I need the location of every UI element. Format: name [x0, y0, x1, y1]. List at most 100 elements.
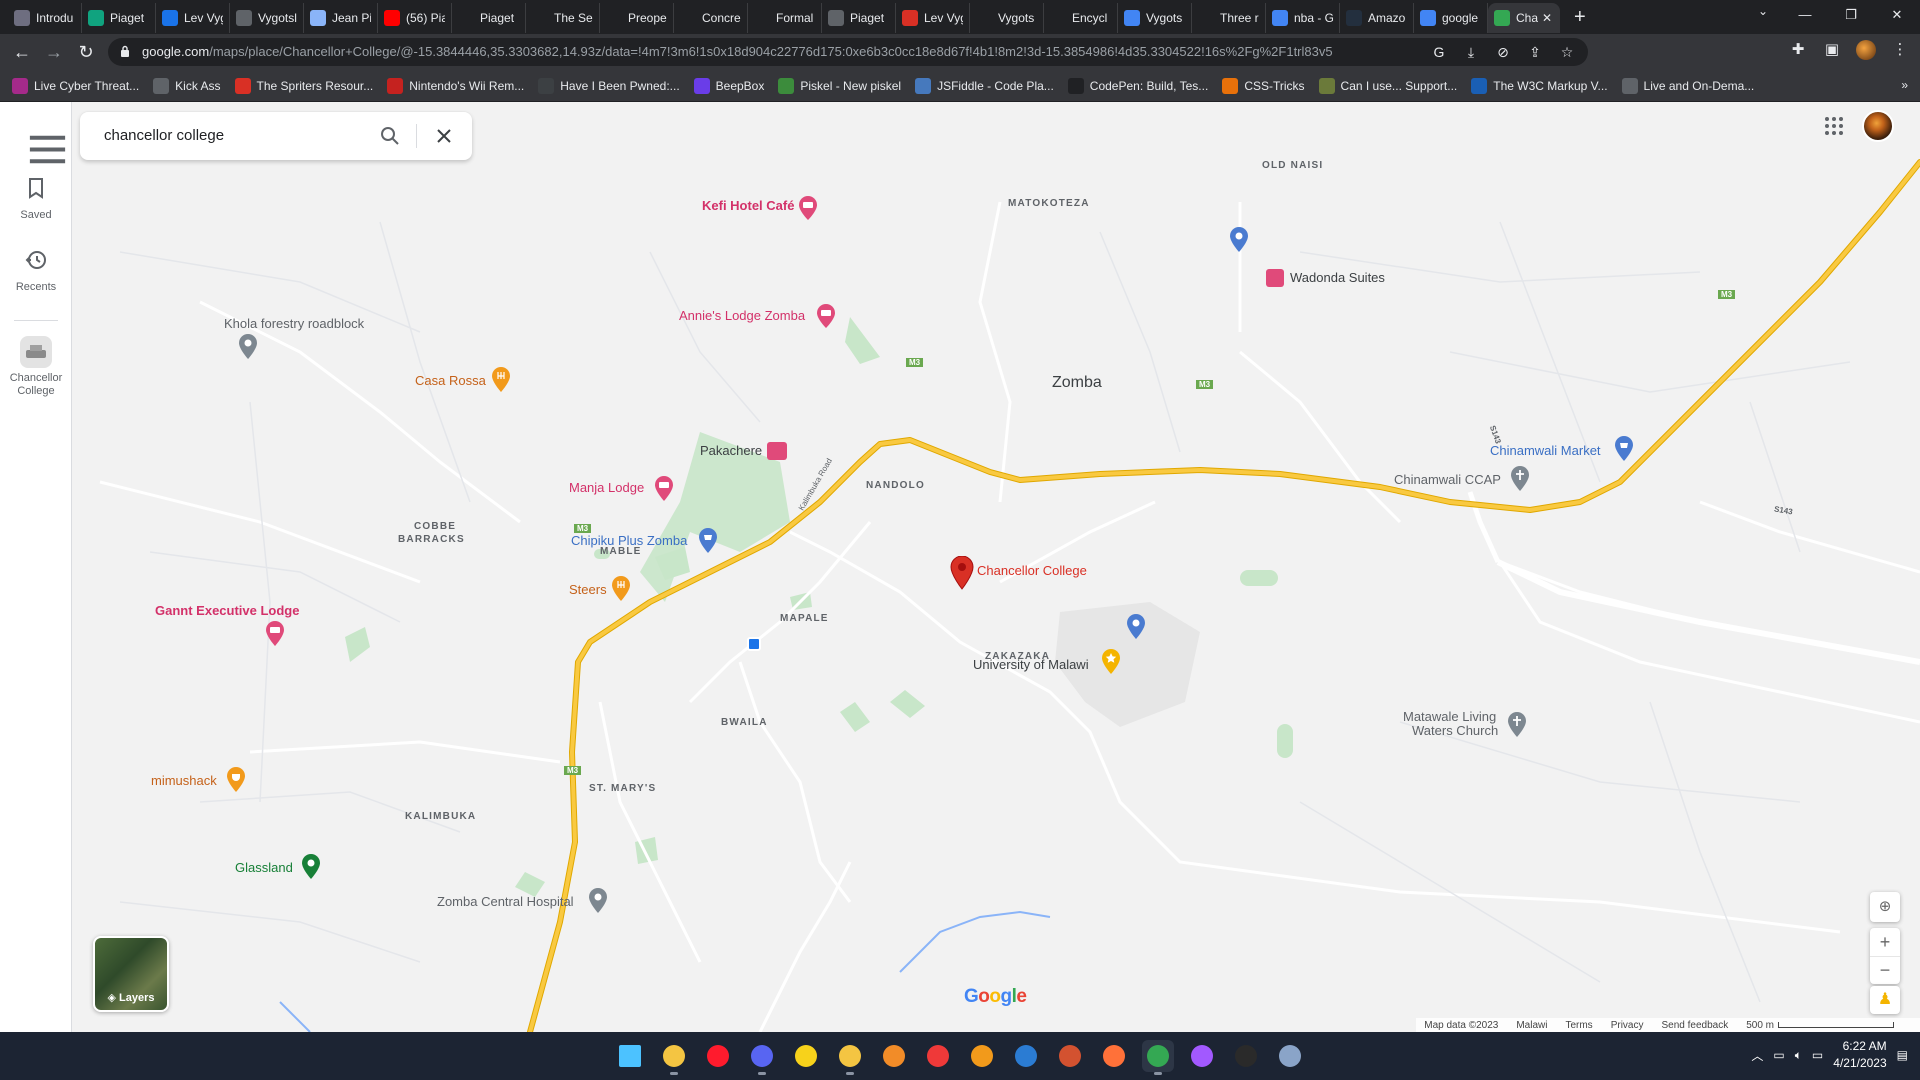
hotel-pin-icon[interactable] — [654, 476, 674, 502]
vivaldi-icon[interactable] — [922, 1040, 954, 1072]
folder-icon[interactable] — [834, 1040, 866, 1075]
browser-tab[interactable]: nba - G — [1266, 3, 1340, 33]
place-label[interactable]: Chinamwali Market — [1490, 443, 1601, 458]
layers-button[interactable]: ◈ Layers — [93, 936, 169, 1012]
close-icon[interactable] — [432, 124, 456, 148]
church-pin-icon[interactable] — [1510, 466, 1530, 492]
shopping-pin-icon[interactable] — [1126, 614, 1146, 640]
browser-tab[interactable]: Jean Pi — [304, 3, 378, 33]
restaurant-pin-icon[interactable] — [226, 767, 246, 793]
shopping-pin-icon[interactable] — [698, 528, 718, 554]
browser-tab[interactable]: Lev Vyg — [896, 3, 970, 33]
church-pin-icon[interactable] — [1507, 712, 1527, 738]
place-label[interactable]: Casa Rossa — [415, 373, 486, 388]
browser-tab[interactable]: (56) Pia — [378, 3, 452, 33]
shopping-pin-icon[interactable] — [1229, 227, 1249, 253]
selected-place-pin-icon[interactable] — [950, 556, 974, 590]
hotel-pin-icon[interactable] — [798, 196, 818, 220]
browser-tab-active[interactable]: Cha ✕ — [1488, 3, 1560, 33]
browser-tab[interactable]: Formal — [748, 3, 822, 33]
volume-icon[interactable]: 🔈︎ — [1795, 1048, 1802, 1063]
place-label[interactable]: Manja Lodge — [569, 480, 644, 495]
share-icon[interactable]: ⇪ — [1526, 43, 1544, 61]
bookmark-item[interactable]: Have I Been Pwned:... — [538, 77, 680, 94]
search-input[interactable]: chancellor college — [104, 127, 224, 144]
browser-tab[interactable]: Encycl — [1044, 3, 1118, 33]
selected-place-label[interactable]: Chancellor College — [977, 563, 1087, 578]
place-label[interactable]: Chipiku Plus Zomba — [571, 533, 687, 548]
rail-saved[interactable]: Saved — [0, 176, 72, 222]
show-hidden-icons-icon[interactable]: ︿ — [1751, 1047, 1763, 1064]
zoom-in-button[interactable]: + — [1870, 928, 1900, 956]
browser-tab[interactable]: Preope — [600, 3, 674, 33]
place-label[interactable]: Khola forestry roadblock — [224, 316, 364, 331]
new-tab-button[interactable]: + — [1574, 2, 1586, 34]
bookmarks-overflow-icon[interactable]: » — [1901, 78, 1908, 92]
bookmark-item[interactable]: The W3C Markup V... — [1471, 77, 1608, 94]
city-label[interactable]: Zomba — [1052, 374, 1102, 392]
hotel-pin-icon[interactable] — [265, 621, 285, 647]
region-text[interactable]: Malawi — [1516, 1020, 1547, 1031]
word-icon[interactable] — [1010, 1040, 1042, 1072]
browser-tab[interactable]: Vygots — [970, 3, 1044, 33]
bookmark-item[interactable]: Piskel - New piskel — [778, 77, 901, 94]
browser-tab[interactable]: Vygots — [1118, 3, 1192, 33]
install-app-icon[interactable]: ⤓ — [1462, 43, 1480, 61]
place-label[interactable]: Waters Church — [1412, 723, 1498, 738]
browser-tab[interactable]: Introdu — [8, 3, 82, 33]
restaurant-pin-icon[interactable] — [611, 576, 631, 602]
terms-link[interactable]: Terms — [1565, 1020, 1592, 1031]
extensions-icon[interactable]: ✚ — [1788, 40, 1808, 60]
bookmark-star-icon[interactable]: ☆ — [1558, 43, 1576, 61]
notifications-icon[interactable]: ▤ — [1897, 1048, 1908, 1062]
street-view-pegman-icon[interactable]: ♟ — [1870, 986, 1900, 1014]
settings-icon[interactable] — [1274, 1040, 1306, 1072]
browser-tab[interactable]: Concre — [674, 3, 748, 33]
chrome-menu-icon[interactable]: ⋮ — [1890, 40, 1910, 60]
bookmark-item[interactable]: Kick Ass — [153, 77, 221, 94]
place-label[interactable]: University of Malawi — [973, 657, 1089, 672]
browser-tab[interactable]: Lev Vyg — [156, 3, 230, 33]
bookmark-item[interactable]: BeepBox — [693, 77, 764, 94]
chrome-icon[interactable] — [1142, 1040, 1174, 1075]
opera-icon[interactable] — [702, 1040, 734, 1072]
close-tab-icon[interactable]: ✕ — [1542, 11, 1552, 25]
park-pin-icon[interactable] — [301, 854, 321, 880]
restaurant-pin-icon[interactable] — [491, 367, 511, 393]
place-label[interactable]: Kefi Hotel Café — [702, 198, 794, 213]
battery-icon[interactable]: ▭ — [1812, 1048, 1823, 1062]
browser-tab[interactable]: Three r — [1192, 3, 1266, 33]
google-lens-icon[interactable]: G — [1430, 43, 1448, 61]
search-tool-icon[interactable] — [966, 1040, 998, 1072]
bookmark-item[interactable]: The Spriters Resour... — [234, 77, 373, 94]
map-canvas[interactable]: M3 M3 M3 M3 M3 S143 S143 Kalimbuka Road … — [0, 102, 1920, 1032]
minimize-icon[interactable]: — — [1782, 0, 1828, 30]
browser-tab[interactable]: Vygotsl — [230, 3, 304, 33]
windows-start-icon[interactable] — [614, 1040, 646, 1072]
network-icon[interactable]: ▭ — [1773, 1048, 1784, 1062]
place-label[interactable]: Pakachere — [700, 443, 762, 458]
hotel-pin-icon[interactable] — [816, 304, 836, 328]
powerpoint-icon[interactable] — [1054, 1040, 1086, 1072]
place-label[interactable]: Gannt Executive Lodge — [155, 603, 299, 618]
bookmark-item[interactable]: Nintendo's Wii Rem... — [387, 77, 524, 94]
place-label[interactable]: Zomba Central Hospital — [437, 894, 574, 909]
side-panel-icon[interactable]: ▣ — [1822, 40, 1842, 60]
browser-tab[interactable]: google — [1414, 3, 1488, 33]
profile-avatar[interactable] — [1856, 40, 1876, 60]
map-data-text[interactable]: Map data ©2023 — [1424, 1020, 1498, 1031]
landmark-pin-icon[interactable] — [238, 334, 258, 360]
discord-icon[interactable] — [746, 1040, 778, 1075]
place-label[interactable]: Wadonda Suites — [1290, 270, 1385, 285]
hotel-marker-icon[interactable] — [1266, 269, 1284, 287]
bookmark-item[interactable]: CSS-Tricks — [1222, 77, 1305, 94]
bookmark-item[interactable]: CodePen: Build, Tes... — [1067, 77, 1208, 94]
send-feedback-link[interactable]: Send feedback — [1661, 1020, 1728, 1031]
figma-icon[interactable] — [1186, 1040, 1218, 1072]
rail-chancellor-college[interactable]: Chancellor College — [0, 336, 72, 398]
bookmark-item[interactable]: Live Cyber Threat... — [12, 77, 139, 94]
privacy-link[interactable]: Privacy — [1611, 1020, 1644, 1031]
account-avatar[interactable] — [1862, 110, 1894, 142]
browser-tab[interactable]: The Se — [526, 3, 600, 33]
place-label[interactable]: Glassland — [235, 860, 293, 875]
